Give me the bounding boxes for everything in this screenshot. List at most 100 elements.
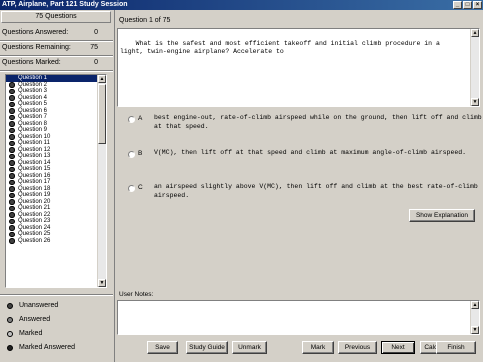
legend-label: Unanswered xyxy=(19,302,59,309)
question-list-item-label: Question 18 xyxy=(18,185,51,192)
choice-a[interactable]: A best engine-out, rate-of-climb airspee… xyxy=(128,114,483,134)
stat-value: 0 xyxy=(94,59,98,66)
notes-label: User Notes: xyxy=(119,291,154,298)
legend-unanswered: Unanswered xyxy=(5,300,58,312)
window-title: ATP, Airplane, Part 121 Study Session xyxy=(2,1,128,8)
stat-label: Questions Remaining: xyxy=(2,44,71,51)
question-list-item-label: Question 12 xyxy=(18,146,51,153)
unanswered-status-icon xyxy=(9,199,15,205)
question-list-item-label: Question 16 xyxy=(18,172,51,179)
stat-remaining: Questions Remaining: 75 xyxy=(2,42,110,54)
question-list-scrollbar[interactable]: ▲ ▼ xyxy=(97,75,106,287)
stat-answered: Questions Answered: 0 xyxy=(2,27,110,39)
question-list-item-label: Question 15 xyxy=(18,166,51,172)
scroll-down-icon[interactable]: ▼ xyxy=(98,279,106,287)
question-list-item[interactable]: Question 26 xyxy=(6,238,98,245)
unanswered-status-icon xyxy=(9,108,15,114)
radio-button[interactable] xyxy=(128,151,135,158)
status-dot-icon xyxy=(7,331,13,337)
unanswered-status-icon xyxy=(9,140,15,146)
unanswered-status-icon xyxy=(9,101,15,107)
stat-label: Questions Marked: xyxy=(2,59,61,66)
question-list-item-label: Question 2 xyxy=(18,81,48,88)
unmark-button[interactable]: Unmark xyxy=(232,341,267,354)
choice-c[interactable]: C an airspeed slightly above V(MC), then… xyxy=(128,183,480,203)
question-list-items: Question 1 Question 2 Question 3 Question 4… xyxy=(6,75,98,244)
radio-button[interactable] xyxy=(128,116,135,123)
question-scrollbar[interactable]: ▲ ▼ xyxy=(470,29,479,106)
stat-label: Questions Answered: xyxy=(2,29,69,36)
stat-marked: Questions Marked: 0 xyxy=(2,57,110,69)
scroll-down-icon[interactable]: ▼ xyxy=(471,98,479,106)
radio-button[interactable] xyxy=(128,185,135,192)
question-list-item-label: Question 1 xyxy=(18,75,48,81)
mark-button[interactable]: Mark xyxy=(302,341,334,354)
study-guide-button[interactable]: Study Guide xyxy=(186,341,228,354)
title-bar: ATP, Airplane, Part 121 Study Session _ … xyxy=(0,0,483,10)
status-dot-icon xyxy=(7,303,13,309)
choice-text[interactable]: best engine-out, rate-of-climb airspeed … xyxy=(154,114,483,131)
question-list-item-label: Question 17 xyxy=(18,179,51,185)
question-list-item-label: Question 7 xyxy=(18,114,48,120)
unanswered-status-icon xyxy=(9,173,15,179)
question-list-item-label: Question 14 xyxy=(18,159,51,166)
scroll-up-icon[interactable]: ▲ xyxy=(471,301,479,309)
question-list-item-label: Question 21 xyxy=(18,205,51,211)
unanswered-status-icon xyxy=(9,186,15,192)
question-list-item-label: Question 22 xyxy=(18,211,51,218)
maximize-button[interactable]: □ xyxy=(463,1,472,9)
status-dot-icon xyxy=(7,345,13,351)
choice-text[interactable]: V(MC), then lift off at that speed and c… xyxy=(154,149,483,158)
finish-button[interactable]: Finish xyxy=(436,341,476,354)
question-list-item-label: Question 26 xyxy=(18,237,51,244)
scroll-thumb[interactable] xyxy=(98,84,106,144)
unanswered-status-icon xyxy=(9,192,15,198)
choice-letter: B xyxy=(138,150,143,157)
minimize-button[interactable]: _ xyxy=(453,1,462,9)
scroll-down-icon[interactable]: ▼ xyxy=(471,326,479,334)
question-list-item-label: Question 19 xyxy=(18,192,51,198)
legend-marked: Marked xyxy=(5,328,42,340)
divider xyxy=(0,294,113,296)
question-panel: Question 1 of 75 What is the safest and … xyxy=(114,10,483,362)
question-list-item-label: Question 8 xyxy=(18,120,48,127)
question-text-box[interactable]: What is the safest and most efficient ta… xyxy=(117,28,480,107)
notes-textarea[interactable]: ▲ ▼ xyxy=(117,300,480,335)
question-list-item-label: Question 10 xyxy=(18,133,51,140)
unanswered-status-icon xyxy=(9,153,15,159)
scroll-up-icon[interactable]: ▲ xyxy=(471,29,479,37)
question-text: What is the safest and most efficient ta… xyxy=(120,39,444,56)
status-dot-icon xyxy=(7,317,13,323)
unanswered-status-icon xyxy=(9,160,15,166)
question-count-header: 75 Questions xyxy=(1,11,111,23)
unanswered-status-icon xyxy=(9,95,15,101)
unanswered-status-icon xyxy=(9,238,15,244)
choice-text[interactable]: an airspeed slightly above V(MC), then l… xyxy=(154,183,483,200)
save-button[interactable]: Save xyxy=(147,341,178,354)
question-number: Question 1 of 75 xyxy=(119,17,171,24)
legend-label: Marked Answered xyxy=(19,344,76,351)
next-button[interactable]: Next xyxy=(381,341,415,354)
unanswered-status-icon xyxy=(9,225,15,231)
question-list-item-label: Question 25 xyxy=(18,231,51,237)
legend-marked-answered: Marked Answered xyxy=(5,342,75,354)
notes-scrollbar[interactable]: ▲ ▼ xyxy=(470,301,479,334)
stat-value: 75 xyxy=(90,44,98,51)
unanswered-status-icon xyxy=(9,147,15,153)
sidebar: 75 Questions Questions Answered: 0 Quest… xyxy=(0,10,113,362)
unanswered-status-icon xyxy=(9,121,15,127)
legend-answered: Answered xyxy=(5,314,50,326)
choice-b[interactable]: B V(MC), then lift off at that speed and… xyxy=(128,149,480,169)
question-list-item-label: Question 20 xyxy=(18,198,51,205)
unanswered-status-icon xyxy=(9,212,15,218)
unanswered-status-icon xyxy=(9,231,15,237)
question-list-item-label: Question 6 xyxy=(18,107,48,114)
unanswered-status-icon xyxy=(9,205,15,211)
scroll-up-icon[interactable]: ▲ xyxy=(98,75,106,83)
show-explanation-button[interactable]: Show Explanation xyxy=(409,209,475,222)
previous-button[interactable]: Previous xyxy=(338,341,377,354)
stat-value: 0 xyxy=(94,29,98,36)
unanswered-status-icon xyxy=(9,179,15,185)
question-list[interactable]: Question 1 Question 2 Question 3 Question 4… xyxy=(5,74,107,288)
close-button[interactable]: × xyxy=(473,1,482,9)
